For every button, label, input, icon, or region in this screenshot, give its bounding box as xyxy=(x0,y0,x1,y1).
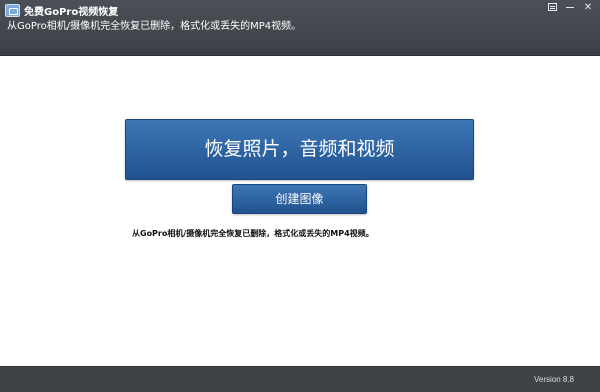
window-controls: ✕ xyxy=(544,1,596,15)
app-title: 免费GoPro视频恢复 xyxy=(24,7,119,18)
menu-icon xyxy=(547,3,557,11)
description-text: 从GoPro相机/摄像机完全恢复已删除，格式化或丢失的MP4视频。 xyxy=(132,229,374,238)
minimize-icon xyxy=(566,7,574,8)
menu-button[interactable] xyxy=(544,1,560,14)
app-logo-icon xyxy=(5,4,20,17)
close-icon: ✕ xyxy=(583,2,593,13)
create-image-button[interactable]: 创建图像 xyxy=(232,184,367,214)
close-button[interactable]: ✕ xyxy=(580,1,596,14)
main-content: 恢复照片，音频和视频 创建图像 从GoPro相机/摄像机完全恢复已删除，格式化或… xyxy=(0,57,600,366)
title-bar: 免费GoPro视频恢复 从GoPro相机/摄像机完全恢复已删除，格式化或丢失的M… xyxy=(0,0,600,56)
version-label: Version 8.8 xyxy=(533,375,574,384)
app-subtitle: 从GoPro相机/摄像机完全恢复已删除，格式化或丢失的MP4视频。 xyxy=(7,21,302,32)
status-bar: Version 8.8 xyxy=(0,366,600,392)
minimize-button[interactable] xyxy=(562,1,578,14)
recover-media-button[interactable]: 恢复照片，音频和视频 xyxy=(125,119,474,180)
